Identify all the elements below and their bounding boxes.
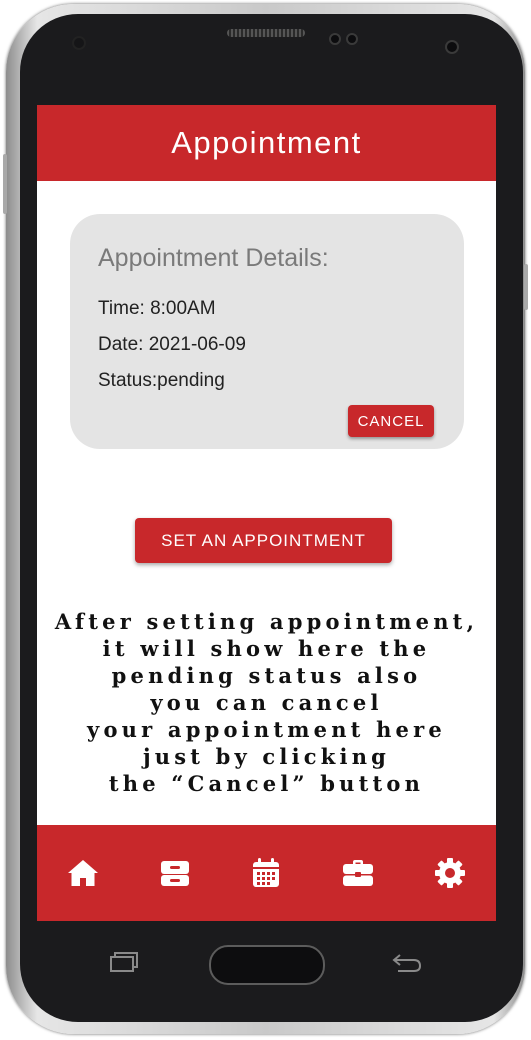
nav-home[interactable] [58,848,108,898]
cancel-button[interactable]: CANCEL [348,405,434,437]
light-sensor-icon [72,36,86,50]
recent-apps-icon[interactable] [109,949,141,975]
app-header: Appointment [37,105,496,181]
app-screen: Appointment Appointment Details: Time: 8… [37,105,496,921]
note-line: the “Cancel” button [108,771,425,796]
power-button [524,264,528,310]
appointment-date: Date: 2021-06-09 [98,334,246,355]
volume-button [3,154,7,214]
bottom-navigation [37,825,496,921]
sensor-icon [329,33,341,45]
inbox-tray-icon [160,861,189,886]
nav-briefcase[interactable] [333,848,383,898]
nav-inbox[interactable] [150,848,200,898]
note-line: it will show here the [102,636,431,661]
home-key[interactable] [209,945,325,985]
note-line: pending status also [111,663,422,688]
back-icon[interactable] [390,949,424,975]
set-appointment-button[interactable]: SET AN APPOINTMENT [135,518,392,563]
note-line: just by clicking [142,744,391,769]
calendar-icon [253,858,280,887]
instruction-note: After setting appointment, it will show … [37,608,496,797]
nav-calendar[interactable] [241,848,291,898]
card-title: Appointment Details: [98,244,329,272]
earpiece-speaker [227,29,305,37]
appointment-time: Time: 8:00AM [98,298,216,319]
sensor-icon [346,33,358,45]
note-line: After setting appointment, [54,609,479,634]
nav-settings[interactable] [425,848,475,898]
front-camera-icon [445,40,459,54]
appointment-details-card: Appointment Details: Time: 8:00AM Date: … [70,214,464,449]
note-line: your appointment here [87,717,446,742]
page-title: Appointment [171,125,362,160]
note-line: you can cancel [150,690,383,715]
appointment-status: Status:pending [98,370,225,391]
briefcase-icon [343,860,374,886]
home-icon [67,860,98,886]
gear-icon [435,858,466,888]
